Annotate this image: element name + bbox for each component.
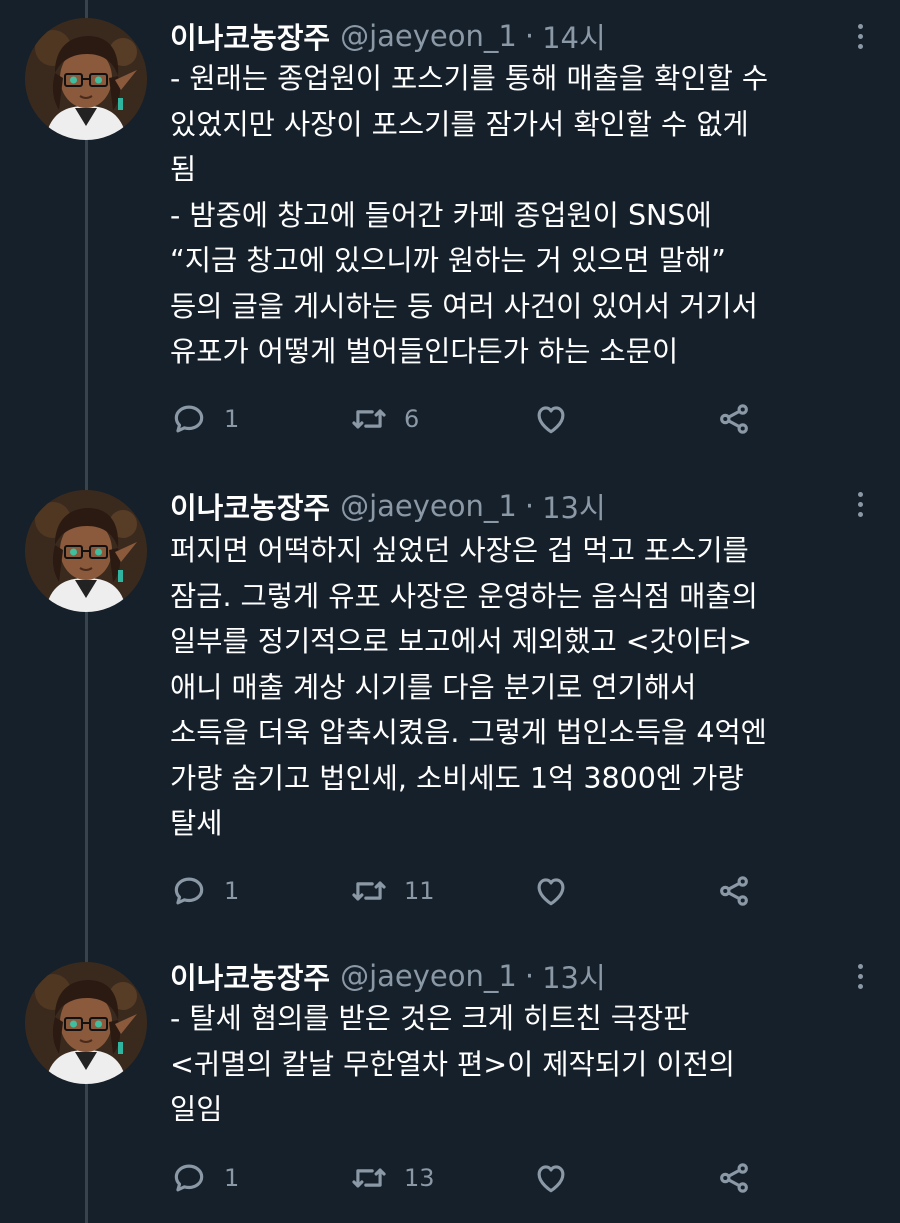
separator-dot: · (524, 489, 535, 523)
more-vertical-icon[interactable] (850, 16, 870, 56)
tweet-text-line: 탈세 (170, 807, 223, 840)
separator-dot: · (524, 959, 535, 993)
tweet-actions: 1 11 (170, 871, 770, 911)
more-vertical-icon[interactable] (850, 484, 870, 524)
retweet-button[interactable]: 11 (350, 871, 435, 911)
retweet-button[interactable]: 6 (350, 399, 419, 439)
display-name[interactable]: 이나코농장주 (170, 15, 330, 57)
share-icon (720, 404, 748, 434)
share-icon (720, 876, 748, 906)
tweet[interactable]: 이나코농장주 @jaeyeon_1 · 14시 - 원래는 종업원이 포스기를 … (0, 0, 900, 470)
like-button[interactable] (532, 871, 570, 911)
tweet-text-line: 애니 매출 계상 시기를 다음 분기로 연기해서 (170, 670, 697, 704)
tweet-actions: 1 6 (170, 399, 770, 439)
avatar[interactable] (25, 962, 147, 1084)
timestamp[interactable]: 13시 (542, 955, 606, 997)
reply-button[interactable]: 1 (170, 871, 239, 911)
reply-icon (174, 877, 204, 905)
tweet[interactable]: 이나코농장주 @jaeyeon_1 · 13시 - 탈세 혐의를 받은 것은 크… (0, 944, 900, 1223)
retweet-count: 11 (404, 877, 435, 905)
user-handle[interactable]: @jaeyeon_1 (340, 19, 517, 53)
heart-icon (537, 1165, 565, 1193)
retweet-icon (352, 881, 386, 901)
tweet-text-line: 됨 (170, 153, 197, 186)
tweet-text-line: 잠금. 그렇게 유포 사장은 운영하는 음식점 매출의 (170, 579, 758, 613)
tweet-text-line: <귀멸의 칼날 무한열차 편>이 제작되기 이전의 (170, 1047, 736, 1081)
tweet[interactable]: 이나코농장주 @jaeyeon_1 · 13시 퍼지면 어떡하지 싶었던 사장은… (0, 470, 900, 944)
tweet-text-line: 등의 글을 게시하는 등 여러 사건이 있어서 거기서 (170, 289, 758, 323)
tweet-text-line: 일부를 정기적으로 보고에서 제외했고 <갓이터> (170, 625, 753, 658)
reply-count: 1 (224, 877, 240, 905)
retweet-button[interactable]: 13 (350, 1158, 435, 1198)
tweet-text-line: “지금 창고에 있으니까 원하는 거 있으면 말해” (170, 244, 726, 277)
tweet-text-line: 있었지만 사장이 포스기를 잠가서 확인할 수 없게 (170, 107, 749, 141)
timestamp[interactable]: 13시 (542, 485, 606, 527)
retweet-count: 13 (404, 1164, 435, 1192)
tweet-text-line: 가량 숨기고 법인세, 소비세도 1억 3800엔 가량 (170, 761, 744, 795)
share-button[interactable] (715, 399, 753, 439)
separator-dot: · (524, 19, 535, 53)
reply-button[interactable]: 1 (170, 1158, 239, 1198)
tweet-header: 이나코농장주 @jaeyeon_1 · 14시 (170, 16, 830, 56)
tweet-text-line: - 원래는 종업원이 포스기를 통해 매출을 확인할 수 (170, 62, 769, 95)
reply-icon (174, 1164, 204, 1192)
tweet-text-line: - 밤중에 창고에 들어간 카페 종업원이 SNS에 (170, 198, 712, 232)
share-button[interactable] (715, 1158, 753, 1198)
tweet-text-line: 유포가 어떻게 벌어들인다든가 하는 소문이 (170, 335, 679, 368)
tweet-header: 이나코농장주 @jaeyeon_1 · 13시 (170, 956, 830, 996)
tweet-text-line: - 탈세 혐의를 받은 것은 크게 히트친 극장판 (170, 1002, 690, 1035)
tweet-text-line: 일임 (170, 1093, 223, 1126)
timestamp[interactable]: 14시 (542, 15, 606, 57)
like-button[interactable] (532, 399, 570, 439)
tweet-text-line: 소득을 더욱 압축시켰음. 그렇게 법인소득을 4억엔 (170, 716, 767, 749)
tweet-text: - 원래는 종업원이 포스기를 통해 매출을 확인할 수 있었지만 사장이 포스… (170, 56, 875, 375)
share-icon (720, 1163, 748, 1193)
reply-count: 1 (224, 1164, 240, 1192)
like-button[interactable] (532, 1158, 570, 1198)
user-handle[interactable]: @jaeyeon_1 (340, 959, 517, 993)
heart-icon (537, 878, 565, 906)
reply-count: 1 (224, 405, 240, 433)
heart-icon (537, 406, 565, 434)
display-name[interactable]: 이나코농장주 (170, 485, 330, 527)
avatar[interactable] (25, 490, 147, 612)
tweet-header: 이나코농장주 @jaeyeon_1 · 13시 (170, 486, 830, 526)
tweet-text: 퍼지면 어떡하지 싶었던 사장은 겁 먹고 포스기를 잠금. 그렇게 유포 사장… (170, 528, 875, 847)
tweet-text-line: 퍼지면 어떡하지 싶었던 사장은 겁 먹고 포스기를 (170, 534, 749, 567)
user-handle[interactable]: @jaeyeon_1 (340, 489, 517, 523)
tweet-actions: 1 13 (170, 1158, 770, 1198)
share-button[interactable] (715, 871, 753, 911)
tweet-text: - 탈세 혐의를 받은 것은 크게 히트친 극장판 <귀멸의 칼날 무한열차 편… (170, 996, 875, 1133)
retweet-count: 6 (404, 405, 420, 433)
avatar[interactable] (25, 18, 147, 140)
display-name[interactable]: 이나코농장주 (170, 955, 330, 997)
retweet-icon (352, 409, 386, 429)
reply-icon (174, 405, 204, 433)
more-vertical-icon[interactable] (850, 956, 870, 996)
retweet-icon (352, 1168, 386, 1188)
reply-button[interactable]: 1 (170, 399, 239, 439)
